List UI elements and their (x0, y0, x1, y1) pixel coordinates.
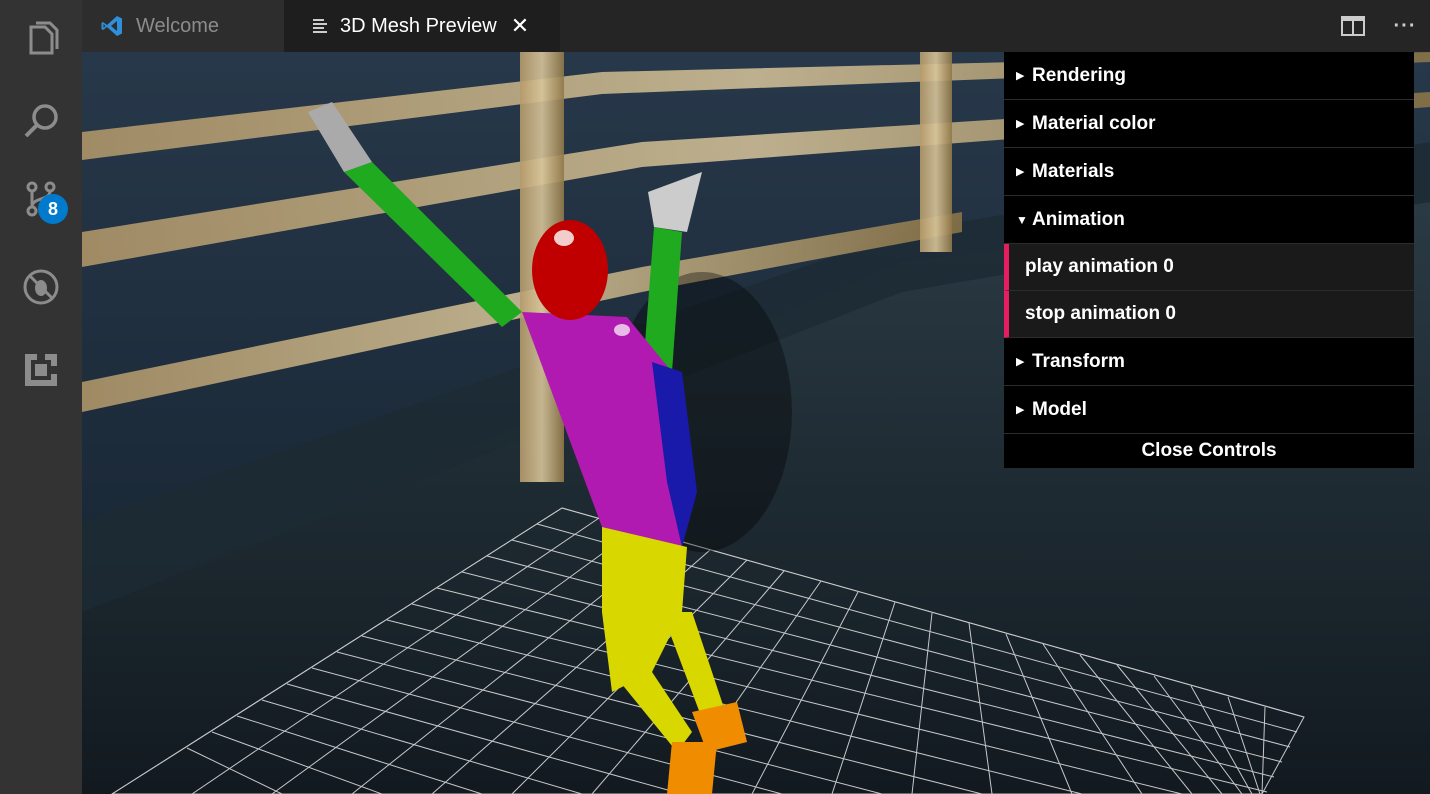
triangle-right-icon: ▶ (1016, 118, 1025, 130)
debug-button[interactable] (0, 252, 82, 322)
no-bug-icon (23, 269, 59, 305)
folder-rendering[interactable]: ▶ Rendering (1004, 52, 1414, 100)
tab-label: Welcome (136, 14, 219, 37)
tab-welcome[interactable]: Welcome (82, 0, 284, 52)
search-icon (24, 104, 58, 138)
controls-panel: ▶ Rendering ▶ Material color ▶ Materials… (1004, 52, 1414, 468)
folder-materials[interactable]: ▶ Materials (1004, 148, 1414, 196)
folder-material-color[interactable]: ▶ Material color (1004, 100, 1414, 148)
stop-animation-button[interactable]: stop animation 0 (1004, 291, 1414, 338)
folder-label: Rendering (1032, 64, 1126, 86)
folder-model[interactable]: ▶ Model (1004, 386, 1414, 434)
search-button[interactable] (0, 86, 82, 156)
editor-actions: ··· (1340, 0, 1430, 52)
activity-bar: 8 (0, 0, 82, 794)
control-label: stop animation 0 (1025, 303, 1176, 324)
play-animation-button[interactable]: play animation 0 (1004, 244, 1414, 291)
folder-animation[interactable]: ▼ Animation (1004, 196, 1414, 244)
folder-label: Material color (1032, 112, 1156, 134)
vscode-logo-icon (100, 14, 124, 38)
folder-label: Transform (1032, 350, 1125, 372)
split-editor-button[interactable] (1340, 13, 1366, 39)
triangle-right-icon: ▶ (1016, 166, 1025, 178)
split-editor-icon (1341, 16, 1365, 36)
more-actions-button[interactable]: ··· (1392, 13, 1418, 39)
tab-3d-mesh-preview[interactable]: 3D Mesh Preview ✕ (284, 0, 560, 52)
extensions-icon (25, 354, 57, 386)
preview-icon (312, 17, 328, 35)
extensions-button[interactable] (0, 335, 82, 405)
source-control-button[interactable]: 8 (0, 164, 82, 234)
triangle-right-icon: ▶ (1016, 356, 1025, 368)
ellipsis-icon: ··· (1393, 14, 1417, 37)
close-icon[interactable]: ✕ (511, 13, 529, 39)
files-icon (29, 21, 59, 55)
close-controls-button[interactable]: Close Controls (1004, 434, 1414, 468)
control-label: play animation 0 (1025, 256, 1174, 277)
tab-bar: Welcome 3D Mesh Preview ✕ ··· (82, 0, 1430, 52)
folder-label: Model (1032, 398, 1087, 420)
triangle-right-icon: ▶ (1016, 404, 1025, 416)
explorer-button[interactable] (0, 4, 82, 74)
source-control-badge: 8 (38, 194, 68, 224)
triangle-right-icon: ▶ (1016, 70, 1025, 82)
folder-label: Materials (1032, 160, 1115, 182)
folder-transform[interactable]: ▶ Transform (1004, 338, 1414, 386)
folder-label: Animation (1032, 208, 1125, 230)
tab-label: 3D Mesh Preview (340, 14, 497, 37)
triangle-down-icon: ▼ (1016, 212, 1028, 227)
